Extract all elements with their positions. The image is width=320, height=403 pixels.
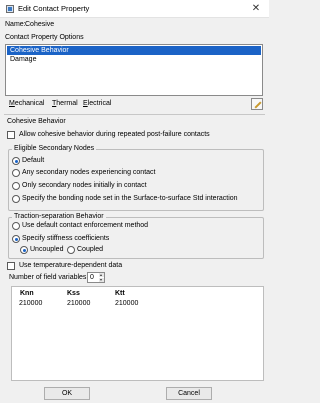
pencil-icon [254,101,262,109]
radio-only-initial-contact[interactable] [12,182,20,190]
title-bar: Edit Contact Property ✕ [0,0,269,18]
list-item-cohesive-behavior[interactable]: Cohesive Behavior [7,46,261,55]
table-cell-knn[interactable]: 210000 [19,300,42,307]
radio-uncoupled-label: Uncoupled [30,246,64,253]
cancel-button[interactable]: Cancel [166,387,212,400]
stiffness-table[interactable]: Knn Kss Ktt 210000 210000 210000 [11,286,264,381]
allow-repeated-contacts-label: Allow cohesive behavior during repeated … [19,131,210,138]
radio-uncoupled[interactable] [20,246,28,254]
close-icon[interactable]: ✕ [246,0,266,18]
radio-only-initial-contact-label: Only secondary nodes initially in contac… [22,182,147,189]
spin-up-icon[interactable] [99,273,104,277]
radio-specify-bonding-node-set[interactable] [12,195,20,203]
name-field[interactable]: Cohesive [24,19,263,31]
radio-specify-stiffness-label: Specify stiffness coefficients [22,235,110,242]
traction-separation-title: Traction-separation Behavior [12,213,106,220]
radio-coupled[interactable] [67,246,75,254]
radio-any-secondary-nodes[interactable] [12,169,20,177]
spin-down-icon[interactable] [99,278,104,282]
section-title: Cohesive Behavior [7,118,66,125]
name-label: Name: [5,21,26,28]
menu-thermal[interactable]: Thermal [52,100,78,107]
list-item-damage[interactable]: Damage [7,55,261,64]
column-header-knn: Knn [20,290,34,297]
contact-property-options-list[interactable]: Cohesive Behavior Damage [5,44,263,96]
property-menus: Mechanical Thermal Electrical [5,98,263,112]
radio-default-label: Default [22,157,45,164]
radio-any-secondary-nodes-label: Any secondary nodes experiencing contact [22,169,156,176]
radio-default-enforcement-label: Use default contact enforcement method [22,222,149,229]
menu-mechanical[interactable]: Mechanical [9,100,44,107]
column-header-kss: Kss [67,290,80,297]
radio-coupled-label: Coupled [77,246,104,253]
field-variables-value: 0 [90,274,94,281]
app-icon [6,5,14,13]
menu-electrical[interactable]: Electrical [83,100,111,107]
radio-specify-bonding-node-set-label: Specify the bonding node set in the Surf… [22,195,238,202]
column-header-ktt: Ktt [115,290,125,297]
field-variables-stepper[interactable]: 0 [87,272,105,283]
radio-default[interactable] [12,157,20,165]
ok-button[interactable]: OK [44,387,90,400]
allow-repeated-contacts-checkbox[interactable] [7,131,15,139]
contact-property-options-label: Contact Property Options [5,34,84,41]
table-cell-ktt[interactable]: 210000 [115,300,138,307]
edit-option-button[interactable] [251,98,263,110]
radio-default-enforcement[interactable] [12,222,20,230]
temperature-dependent-checkbox[interactable] [7,262,15,270]
divider [4,114,265,115]
window-title: Edit Contact Property [18,4,90,13]
table-cell-kss[interactable]: 210000 [67,300,90,307]
temperature-dependent-label: Use temperature-dependent data [19,262,123,269]
radio-specify-stiffness[interactable] [12,235,20,243]
eligible-secondary-nodes-title: Eligible Secondary Nodes [12,145,97,152]
field-variables-label: Number of field variables: [9,274,89,281]
